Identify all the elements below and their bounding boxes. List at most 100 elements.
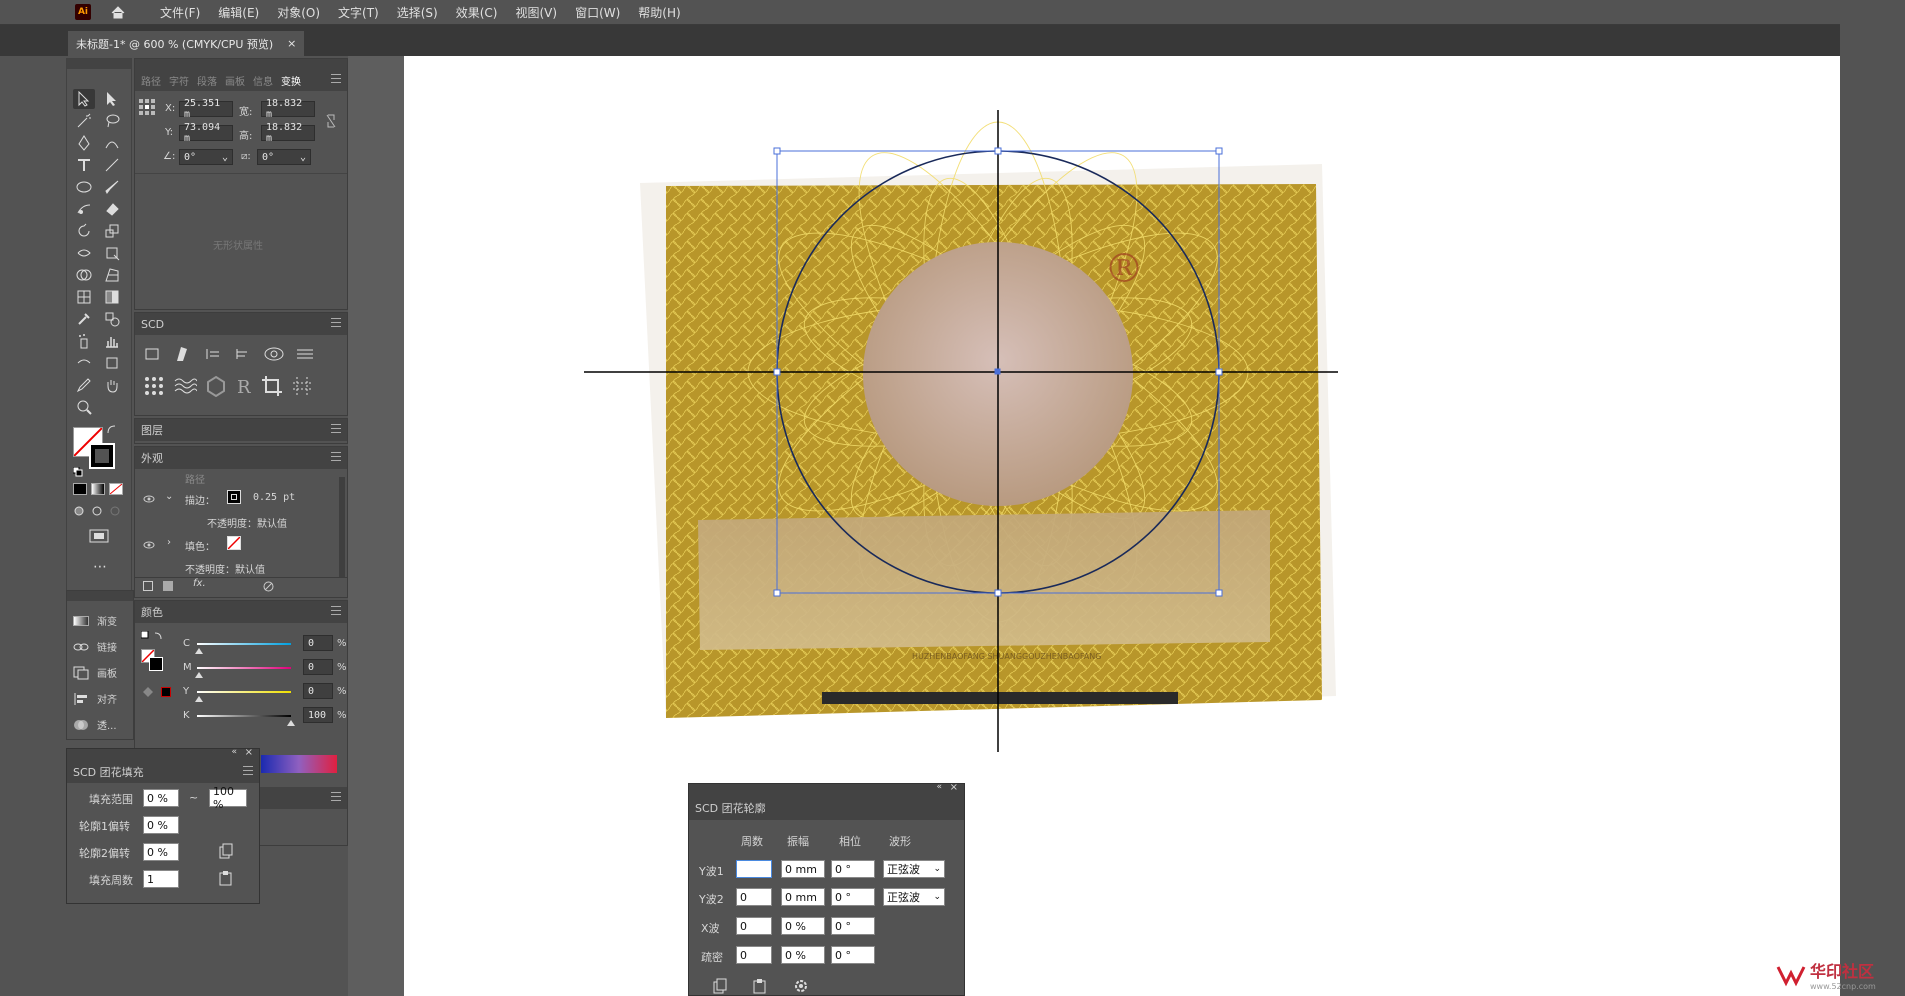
line-tool-icon[interactable] [101, 155, 123, 175]
menu-window[interactable]: 窗口(W) [572, 4, 623, 21]
color-mode-icon[interactable] [73, 483, 87, 495]
artboard-canvas[interactable]: HUZHENBAOFANG SHUANGGOUZHENBAOFANG ® [404, 56, 1840, 996]
none-mode-icon[interactable] [109, 483, 123, 495]
scd-text-right-icon[interactable] [233, 345, 253, 363]
x-wave-phase-input[interactable]: 0 ° [831, 917, 875, 935]
c-slider[interactable] [197, 643, 291, 645]
rotate-tool-icon[interactable] [73, 221, 95, 241]
k-slider-handle[interactable] [287, 716, 295, 729]
width-tool-icon[interactable] [73, 243, 95, 263]
outline2-offset-input[interactable]: 0 % [143, 843, 179, 861]
tab-character[interactable]: 字符 [169, 73, 189, 88]
lasso-tool-icon[interactable] [101, 111, 123, 131]
default-fill-stroke-icon[interactable] [140, 630, 165, 646]
draw-mode-icon[interactable] [73, 505, 123, 520]
dialog-grip[interactable]: « × [689, 782, 964, 796]
x-field[interactable]: 25.351 m [179, 98, 233, 120]
fill-cycles-input[interactable]: 1 [143, 870, 179, 888]
c-slider-handle[interactable] [195, 644, 203, 657]
document-tab[interactable]: 未标题-1* @ 600 % (CMYK/CPU 预览) × [68, 31, 305, 56]
paste-settings-icon[interactable] [753, 978, 767, 996]
eyedropper-tool-icon[interactable] [73, 309, 95, 329]
scd-pen-icon[interactable] [173, 345, 193, 363]
density-phase-input[interactable]: 0 ° [831, 946, 875, 964]
slice-tool-icon[interactable] [101, 353, 123, 373]
fill-label[interactable]: 填色： [185, 538, 215, 553]
dock-item-align[interactable]: 对齐 [73, 691, 117, 706]
y-wave2-phase-input[interactable]: 0 ° [831, 888, 875, 906]
dock-item-gradient[interactable]: 渐变 [73, 613, 117, 628]
copy-settings-icon[interactable] [713, 978, 727, 996]
perspective-grid-tool-icon[interactable] [101, 265, 123, 285]
shear-field[interactable]: 0° ⌄ [257, 149, 311, 165]
c-field[interactable]: 0 [303, 635, 333, 651]
color-stroke-swatch[interactable] [149, 657, 163, 671]
density-cycles-input[interactable]: 0 [736, 946, 772, 964]
curvature-tool-icon[interactable] [101, 133, 123, 153]
dock-grip[interactable] [67, 591, 133, 601]
home-icon[interactable] [109, 4, 127, 20]
eraser-tool-icon[interactable] [101, 199, 123, 219]
close-icon[interactable]: × [245, 747, 253, 758]
shaper-tool-icon[interactable] [73, 199, 95, 219]
fill-range-to-input[interactable]: 100 % [209, 785, 247, 811]
panel-menu-icon[interactable] [331, 452, 341, 461]
collapse-icon[interactable]: « [936, 782, 942, 792]
swap-fill-stroke-icon[interactable] [107, 425, 117, 438]
panel-menu-icon[interactable] [331, 424, 341, 433]
tab-artboard[interactable]: 画板 [225, 73, 245, 88]
pen-tool-icon[interactable] [73, 133, 95, 153]
k-field[interactable]: 100 [303, 707, 333, 723]
dock-item-artboards[interactable]: 画板 [73, 665, 117, 680]
dock-item-transparency[interactable]: 透... [73, 717, 117, 732]
height-field[interactable]: 18.832 m [261, 122, 315, 144]
opacity-row-1[interactable]: 不透明度：默认值 [207, 515, 287, 530]
fill-color-swatch[interactable] [227, 536, 241, 550]
menu-type[interactable]: 文字(T) [335, 4, 382, 21]
closest-color-swatch[interactable] [161, 687, 171, 697]
scd-hexagon-icon[interactable] [205, 375, 227, 397]
color-spectrum[interactable] [261, 755, 337, 773]
reference-point-icon[interactable] [139, 99, 155, 118]
chevron-down-icon[interactable]: ⌄ [165, 491, 173, 502]
screen-mode-icon[interactable] [89, 529, 109, 546]
y-wave1-amplitude-input[interactable]: 0 mm [781, 860, 825, 878]
menu-effect[interactable]: 效果(C) [453, 4, 501, 21]
y-wave1-cycles-input[interactable] [736, 860, 772, 878]
ellipse-tool-icon[interactable] [73, 177, 95, 197]
layers-panel-title[interactable]: 图层 [141, 422, 163, 438]
y-wave2-cycles-input[interactable]: 0 [736, 888, 772, 906]
x-wave-cycles-input[interactable]: 0 [736, 917, 772, 935]
tab-transform[interactable]: 变换 [281, 73, 301, 88]
symbol-sprayer-tool-icon[interactable] [73, 331, 95, 351]
scd-layers-icon[interactable] [143, 345, 163, 363]
zoom-tool-icon[interactable] [73, 397, 95, 417]
graph-tool-icon[interactable] [101, 331, 123, 351]
settings-gear-icon[interactable] [793, 978, 809, 996]
fill-visibility-eye-icon[interactable] [143, 539, 155, 552]
scd-r-icon[interactable]: R [235, 375, 253, 397]
add-fill-icon[interactable] [163, 581, 173, 591]
close-tab-icon[interactable]: × [287, 37, 296, 50]
y-field[interactable]: 73.094 m [179, 122, 233, 144]
y-wave1-waveform-select[interactable]: 正弦波 ⌄ [883, 860, 945, 878]
scd-eye-icon[interactable] [263, 345, 285, 363]
angle-field[interactable]: 0° ⌄ [179, 149, 233, 165]
mesh-tool-icon[interactable] [73, 287, 95, 307]
m-slider[interactable] [197, 667, 291, 669]
menu-object[interactable]: 对象(O) [274, 4, 323, 21]
scale-tool-icon[interactable] [101, 221, 123, 241]
k-slider[interactable] [197, 715, 291, 717]
paintbrush-tool-icon[interactable] [101, 177, 123, 197]
gradient-mode-icon[interactable] [91, 483, 105, 495]
scd-dots-icon[interactable] [143, 375, 165, 397]
stroke-weight[interactable]: 0.25 pt [253, 492, 295, 503]
selection-tool-icon[interactable] [73, 89, 95, 109]
direct-selection-tool-icon[interactable] [101, 89, 123, 109]
hand-tool-icon[interactable] [101, 375, 123, 395]
free-transform-tool-icon[interactable] [101, 243, 123, 263]
constrain-proportions-icon[interactable] [325, 113, 337, 132]
stroke-swatch[interactable] [89, 443, 115, 469]
scd-crop-icon[interactable] [261, 375, 283, 397]
menu-help[interactable]: 帮助(H) [635, 4, 683, 21]
